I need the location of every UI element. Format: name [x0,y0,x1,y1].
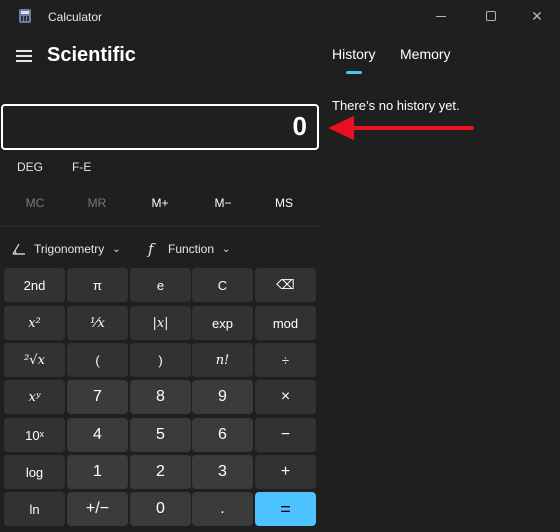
backspace-button[interactable]: ⌫ [255,268,316,302]
maximize-button[interactable] [468,0,514,32]
pi-button[interactable]: π [67,268,128,302]
triangle-ruler-icon [12,243,25,255]
memory-recall-button[interactable]: MR [66,196,128,214]
euler-button[interactable]: e [130,268,191,302]
natural-log-button[interactable]: ln [4,492,65,526]
factorial-button[interactable]: n! [192,343,253,377]
chevron-down-icon: ⌄ [222,243,231,255]
calculator-app-icon [19,9,31,23]
square-root-button[interactable]: ²√x [4,343,65,377]
angle-unit-button[interactable]: DEG [17,160,43,174]
plus-button[interactable]: + [255,455,316,489]
digit-7-button[interactable]: 7 [67,380,128,414]
close-button[interactable]: ✕ [514,0,560,32]
tab-history[interactable]: History [332,46,376,62]
multiply-button[interactable]: × [255,380,316,414]
chevron-down-icon: ⌄ [112,243,121,255]
close-paren-button[interactable]: ) [130,343,191,377]
mode-title: Scientific [47,44,136,66]
minimize-icon [436,15,446,17]
trigonometry-label: Trigonometry [34,242,105,256]
digit-8-button[interactable]: 8 [130,380,191,414]
display-value: 0 [292,111,307,141]
mod-button[interactable]: mod [255,306,316,340]
red-arrow-annotation-icon [328,116,474,140]
ten-power-button[interactable]: 10ˣ [4,418,65,452]
digit-4-button[interactable]: 4 [67,418,128,452]
digit-5-button[interactable]: 5 [130,418,191,452]
history-empty-message: There’s no history yet. [332,98,460,113]
trigonometry-dropdown[interactable]: Trigonometry ⌄ [12,238,121,260]
result-display: 0 [1,104,319,150]
function-dropdown[interactable]: f Function ⌄ [148,238,230,260]
digit-1-button[interactable]: 1 [67,455,128,489]
square-button[interactable]: x² [4,306,65,340]
equals-button[interactable]: = [255,492,316,526]
memory-store-button[interactable]: MS [253,196,315,214]
negate-button[interactable]: +/− [67,492,128,526]
log-button[interactable]: log [4,455,65,489]
minimize-button[interactable] [418,0,464,32]
fe-toggle-button[interactable]: F-E [72,160,91,174]
hamburger-menu-icon[interactable] [16,50,32,62]
memory-subtract-button[interactable]: M− [192,196,254,214]
digit-0-button[interactable]: 0 [130,492,191,526]
divider [0,226,320,227]
open-paren-button[interactable]: ( [67,343,128,377]
memory-add-button[interactable]: M+ [129,196,191,214]
exp-button[interactable]: exp [192,306,253,340]
maximize-icon [486,11,496,21]
digit-3-button[interactable]: 3 [192,455,253,489]
digit-9-button[interactable]: 9 [192,380,253,414]
digit-6-button[interactable]: 6 [192,418,253,452]
function-f-icon: f [148,240,154,258]
tab-memory[interactable]: Memory [400,46,451,62]
active-tab-indicator [346,71,362,74]
second-function-button[interactable]: 2nd [4,268,65,302]
close-icon: ✕ [531,7,543,24]
power-button[interactable]: xʸ [4,380,65,414]
function-label: Function [168,242,215,256]
minus-button[interactable]: − [255,418,316,452]
absolute-value-button[interactable]: |x| [130,306,191,340]
decimal-button[interactable]: . [192,492,253,526]
divide-button[interactable]: ÷ [255,343,316,377]
backspace-icon: ⌫ [276,277,295,292]
memory-clear-button[interactable]: MC [4,196,66,214]
reciprocal-button[interactable]: ⅟x [67,306,128,340]
digit-2-button[interactable]: 2 [130,455,191,489]
window-title: Calculator [48,10,103,24]
title-bar: Calculator ✕ [0,0,560,32]
clear-button[interactable]: C [192,268,253,302]
